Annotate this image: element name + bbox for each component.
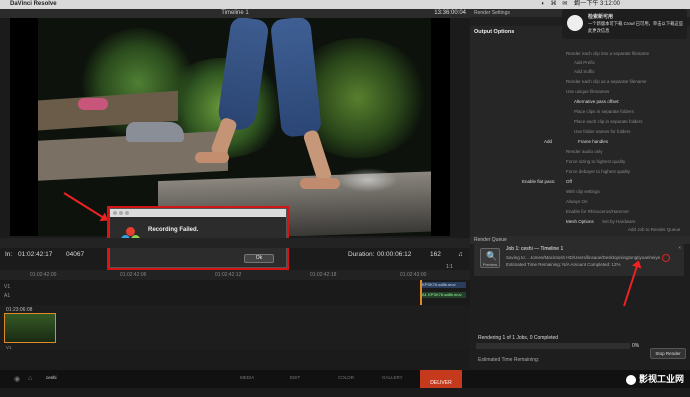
viewer[interactable] xyxy=(10,18,450,236)
setting-item[interactable]: Add xyxy=(544,139,552,144)
setting-item[interactable]: Alternative pass offset: xyxy=(574,99,619,104)
setting-item[interactable]: Force sizing to highest quality xyxy=(566,159,625,164)
setting-item[interactable]: Place clips in separate folders xyxy=(574,109,634,114)
stop-render-button[interactable]: Stop Render xyxy=(650,348,686,359)
setting-item[interactable]: Set by Hardware xyxy=(602,219,636,224)
ruler-tick: 01:02:42:18 xyxy=(310,270,336,280)
app-notification-icon xyxy=(567,15,583,31)
viewer-titlebar: Timeline 1 13:36:00:04 xyxy=(0,9,470,18)
track-label-v1: V1 xyxy=(4,284,10,290)
clip-thumbnail[interactable] xyxy=(4,313,56,343)
viewer-timecode: 13:36:00:04 xyxy=(434,9,466,18)
timeline-ruler[interactable]: 01:02:42:00 01:02:42:06 01:02:42:12 01:0… xyxy=(0,270,470,280)
render-queue-header: Render Queue xyxy=(470,236,690,244)
setting-item[interactable]: Render each clip as a separate filename xyxy=(566,79,647,84)
ruler-tick: 01:02:42:00 xyxy=(30,270,56,280)
ruler-tick: 01:02:42:06 xyxy=(120,270,146,280)
clip-count: 162 xyxy=(430,248,441,262)
audio-note-icon[interactable]: ♫ xyxy=(458,248,463,262)
tab-gallery[interactable]: GALLERY xyxy=(382,375,403,380)
in-timecode[interactable]: 01:02:42:17 xyxy=(18,248,52,262)
tab-media[interactable]: MEDIA xyxy=(240,375,254,380)
logo-icon: ◉ xyxy=(14,375,20,383)
cancel-job-icon[interactable] xyxy=(662,254,670,262)
tab-deliver[interactable]: DELIVER xyxy=(420,370,462,388)
render-settings-list[interactable]: Output Options Render each clip into a s… xyxy=(470,26,690,236)
watermark: 影视工业网 xyxy=(626,372,684,385)
duration-timecode: 00:00:06:12 xyxy=(377,248,411,262)
notification-title: 检索新可用 xyxy=(588,13,613,20)
setting-item[interactable]: Off xyxy=(566,179,572,184)
video-frame xyxy=(38,18,431,236)
eta-label: Estimated Time Remaining: xyxy=(478,357,539,363)
setting-item[interactable]: Mesh Options xyxy=(566,219,594,224)
timeline-toolbar xyxy=(0,238,470,248)
ruler-tick: 01:02:42:12 xyxy=(215,270,241,280)
duration-label: Duration: xyxy=(348,248,374,262)
job-title: Job 1: ceshi — Timeline 1 xyxy=(506,246,563,252)
setting-item[interactable]: Use folder names for folders xyxy=(574,129,631,134)
setting-item[interactable]: Force debayer to highest quality xyxy=(566,169,630,174)
tab-edit[interactable]: EDIT xyxy=(290,375,300,380)
close-icon[interactable]: × xyxy=(678,245,681,250)
render-job[interactable]: 🔍Preview Job 1: ceshi — Timeline 1 Savin… xyxy=(474,244,684,276)
track-label-a1: A1 xyxy=(4,293,10,299)
add-to-queue-button[interactable]: Add Job to Render Queue xyxy=(628,227,680,232)
render-percent: 0% xyxy=(632,343,639,349)
notification-body: 一个新版本可下载 Crowl 已可用，单击以下载这些 xyxy=(588,21,683,27)
setting-item[interactable]: With clip settings xyxy=(566,189,600,194)
thumb-track-label: V1 xyxy=(6,345,12,350)
mac-menubar: DaVinci Resolve ◐ ⌘ ✉ ⇪ 周一下午 3:12:00 xyxy=(0,0,690,9)
setting-item[interactable]: Add Suffix xyxy=(574,69,594,74)
render-progress-bar xyxy=(476,343,630,349)
setting-item[interactable]: Use unique filenames xyxy=(566,89,609,94)
watermark-icon xyxy=(626,375,636,385)
in-label: In: xyxy=(5,248,12,262)
notification-body2: 此更改信息 xyxy=(588,28,609,34)
video-clip[interactable]: KPSK76.sd8b.mov xyxy=(420,282,466,288)
update-notification[interactable]: 检索新可用 一个新版本可下载 Crowl 已可用，单击以下载这些 此更改信息 xyxy=(562,9,687,39)
page-tabs-bar: ◉ ⌂ ceshi MEDIA EDIT COLOR GALLERY DELIV… xyxy=(0,370,690,388)
setting-item[interactable]: Enable flat pass: xyxy=(522,179,555,184)
setting-item[interactable]: Enable for Rhinoceros/Hammer xyxy=(566,209,629,214)
home-icon[interactable]: ⌂ xyxy=(28,375,32,382)
setting-item[interactable]: Render audio only xyxy=(566,149,603,154)
audio-clip[interactable]: A1 KPSK76.sd8b.mov xyxy=(420,292,466,298)
preview-icon: 🔍 xyxy=(486,251,497,261)
setting-item[interactable]: Place each clip in separate folders xyxy=(574,119,643,124)
setting-item[interactable]: Add Prefix xyxy=(574,60,595,65)
setting-item[interactable]: Render each clip into a separate filenam… xyxy=(566,51,649,56)
job-progress-text: Estimated Time Remaining: N/A Amount Com… xyxy=(506,262,621,267)
app-menu[interactable]: DaVinci Resolve xyxy=(10,0,57,9)
ruler-tick: 01:02:43:00 xyxy=(400,270,426,280)
preview-button[interactable]: 🔍Preview xyxy=(480,248,500,268)
watermark-text: 影视工业网 xyxy=(639,374,684,384)
tab-color[interactable]: COLOR xyxy=(338,375,354,380)
output-options-heading: Output Options xyxy=(474,29,514,35)
setting-item[interactable]: Frame handles xyxy=(578,139,608,144)
setting-item[interactable]: Always On xyxy=(566,199,588,204)
render-status: Rendering 1 of 1 Jobs, 0 Completed xyxy=(478,335,558,341)
transport-row: In: 01:02:42:17 04067 Duration: 00:00:06… xyxy=(0,248,470,262)
project-name: ceshi xyxy=(46,375,57,380)
clip-thumbnail-strip: 01:23:06:08 V1 xyxy=(0,305,470,350)
preview-label: Preview xyxy=(483,262,497,267)
frame-count: 04067 xyxy=(66,248,84,262)
timeline-title: Timeline 1 xyxy=(0,9,470,18)
menubar-clock: 周一下午 3:12:00 xyxy=(574,0,620,9)
